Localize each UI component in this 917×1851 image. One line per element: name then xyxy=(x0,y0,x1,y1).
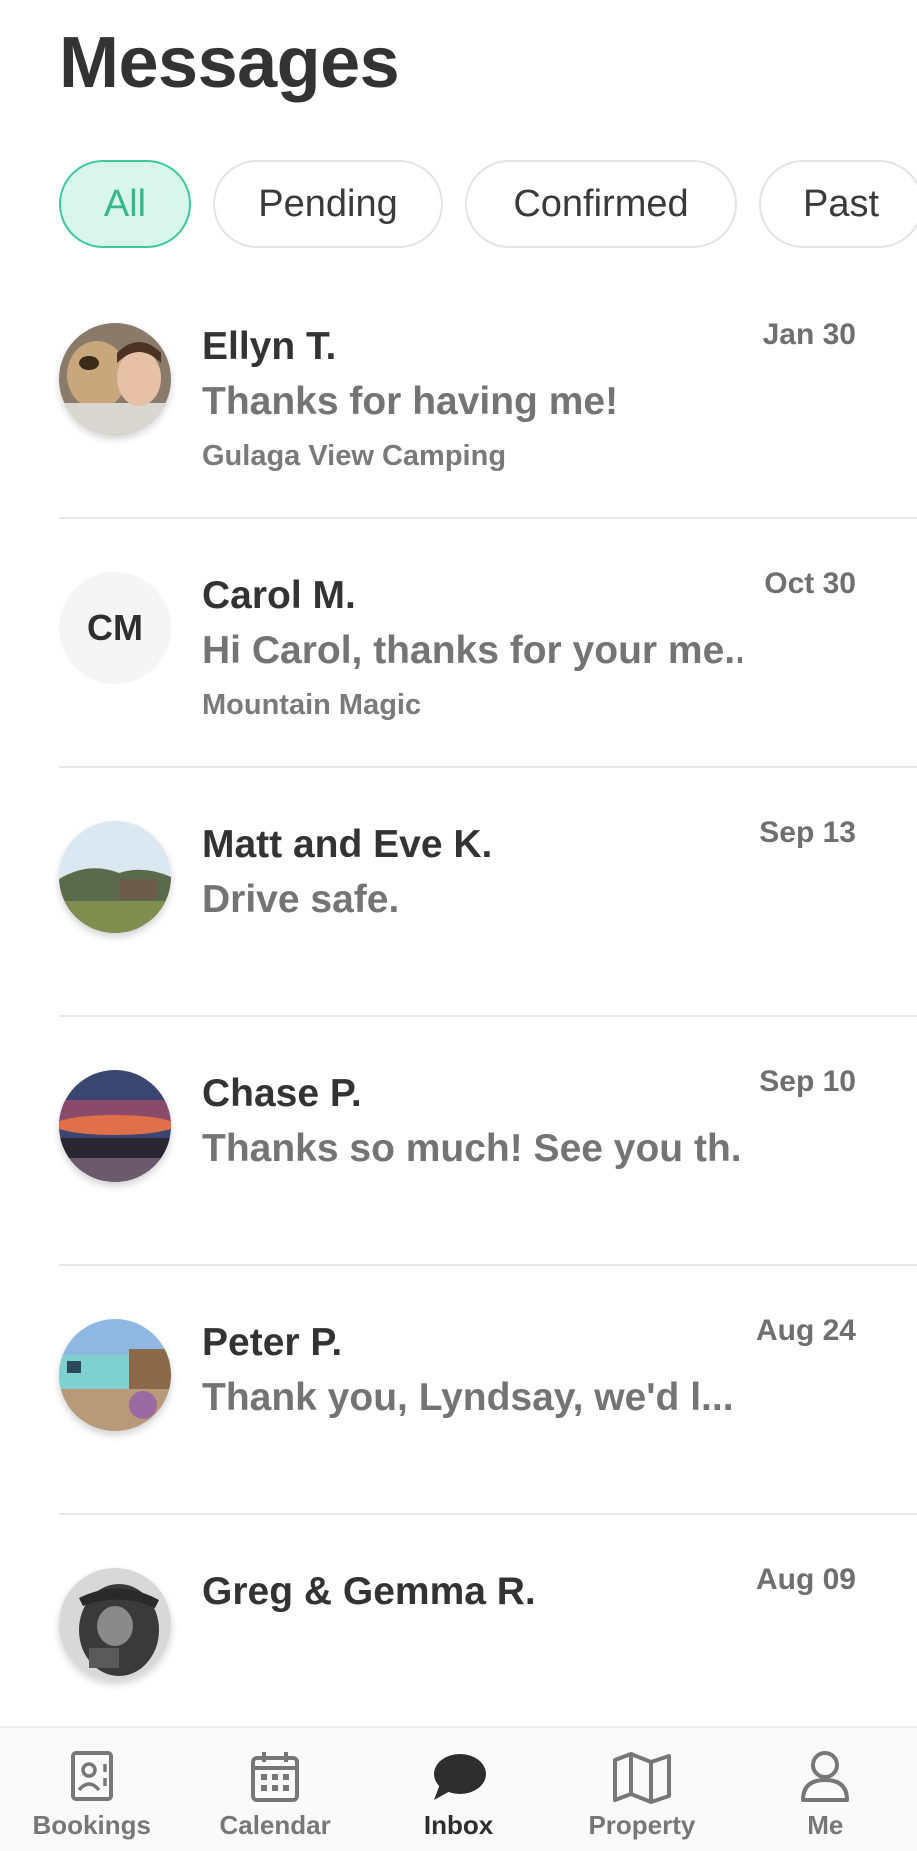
avatar xyxy=(59,323,171,435)
conversation-row[interactable]: Matt and Eve K. Drive safe. Sep 13 xyxy=(0,768,917,1017)
filter-chips: All Pending Confirmed Past xyxy=(59,160,917,252)
message-preview: Drive safe. xyxy=(202,878,400,921)
guest-name: Peter P. xyxy=(202,1321,343,1364)
filter-chip-confirmed[interactable]: Confirmed xyxy=(465,160,737,248)
message-preview: Thank you, Lyndsay, we'd l... xyxy=(202,1376,734,1419)
nav-label: Me xyxy=(807,1810,844,1840)
filter-chip-pending[interactable]: Pending xyxy=(213,160,443,248)
avatar xyxy=(59,821,171,933)
page-title: Messages xyxy=(59,23,400,103)
listing-name: Gulaga View Camping xyxy=(202,440,507,472)
bottom-nav: Bookings Calendar Inbox Property Me xyxy=(0,1726,917,1851)
nav-calendar[interactable]: Calendar xyxy=(183,1728,366,1851)
message-date: Jan 30 xyxy=(762,318,856,351)
nav-property[interactable]: Property xyxy=(550,1728,733,1851)
nav-label: Property xyxy=(588,1810,696,1840)
nav-me[interactable]: Me xyxy=(734,1728,917,1851)
nav-label: Calendar xyxy=(219,1810,331,1840)
chat-bubble-icon xyxy=(433,1754,486,1800)
bookings-icon xyxy=(70,1751,113,1801)
conversation-row[interactable]: Ellyn T. Thanks for having me! Gulaga Vi… xyxy=(0,270,917,519)
guest-name: Ellyn T. xyxy=(202,325,337,368)
filter-chip-past[interactable]: Past xyxy=(759,160,917,248)
nav-label: Inbox xyxy=(423,1810,494,1840)
guest-name: Matt and Eve K. xyxy=(202,823,493,866)
calendar-icon xyxy=(251,1752,300,1802)
avatar-initials: CM xyxy=(59,572,171,684)
message-date: Sep 10 xyxy=(759,1065,856,1098)
avatar xyxy=(59,1070,171,1182)
guest-name: Carol M. xyxy=(202,574,356,617)
conversation-row[interactable]: Peter P. Thank you, Lyndsay, we'd l... A… xyxy=(0,1266,917,1515)
message-preview: Thanks so much! See you th... xyxy=(202,1127,742,1170)
nav-inbox[interactable]: Inbox xyxy=(367,1728,550,1851)
conversation-row[interactable]: CM Carol M. Hi Carol, thanks for your me… xyxy=(0,519,917,768)
nav-label: Bookings xyxy=(32,1810,151,1840)
avatar xyxy=(59,1568,171,1680)
avatar xyxy=(59,1319,171,1431)
message-date: Aug 09 xyxy=(755,1563,856,1596)
message-preview: Thanks for having me! xyxy=(202,380,619,423)
guest-name: Greg & Gemma R. xyxy=(202,1570,536,1613)
message-date: Sep 13 xyxy=(759,816,856,849)
listing-name: Mountain Magic xyxy=(202,689,422,721)
person-icon xyxy=(801,1751,850,1802)
nav-bookings[interactable]: Bookings xyxy=(0,1728,183,1851)
conversation-list: Ellyn T. Thanks for having me! Gulaga Vi… xyxy=(0,270,917,1764)
map-icon xyxy=(612,1752,671,1804)
message-date: Oct 30 xyxy=(764,567,856,600)
conversation-row[interactable]: Chase P. Thanks so much! See you th... S… xyxy=(0,1017,917,1266)
filter-chip-all[interactable]: All xyxy=(59,160,191,248)
guest-name: Chase P. xyxy=(202,1072,362,1115)
messages-screen: Messages All Pending Confirmed Past Elly… xyxy=(0,0,917,1851)
message-date: Aug 24 xyxy=(755,1314,856,1347)
message-preview: Hi Carol, thanks for your me... xyxy=(202,629,742,672)
